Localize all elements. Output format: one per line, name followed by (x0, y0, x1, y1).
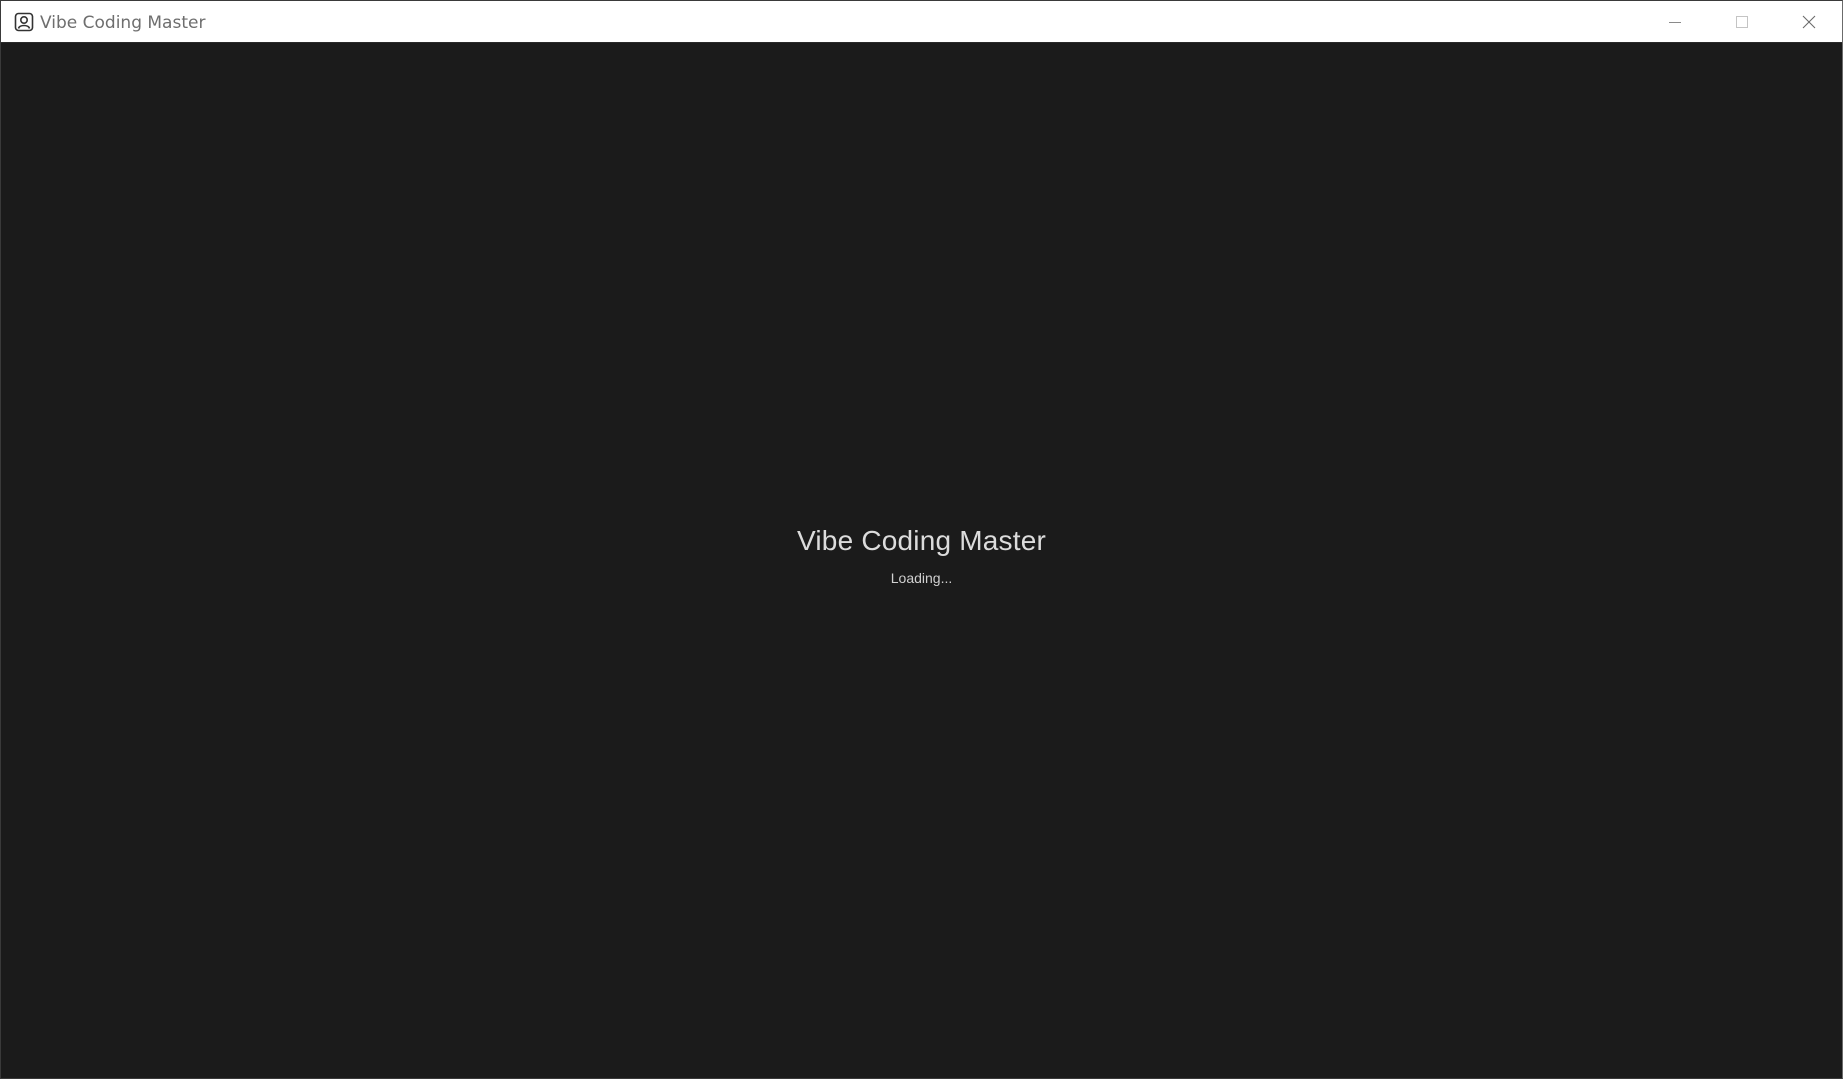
maximize-button[interactable] (1708, 1, 1775, 43)
main-content: Vibe Coding Master Loading... (1, 43, 1842, 1078)
window-title: Vibe Coding Master (40, 13, 206, 33)
loading-status: Loading... (890, 570, 953, 586)
close-icon (1802, 15, 1815, 29)
minimize-icon (1668, 22, 1681, 23)
maximize-icon (1735, 16, 1748, 28)
app-window: Vibe Coding Master Vibe Coding Master Lo… (0, 0, 1843, 1079)
splash-title: Vibe Coding Master (797, 525, 1046, 556)
close-button[interactable] (1775, 1, 1842, 43)
app-icon (14, 12, 34, 32)
window-controls (1641, 1, 1842, 43)
title-bar[interactable]: Vibe Coding Master (1, 1, 1842, 43)
minimize-button[interactable] (1641, 1, 1708, 43)
loading-splash: Vibe Coding Master Loading... (1, 523, 1842, 587)
